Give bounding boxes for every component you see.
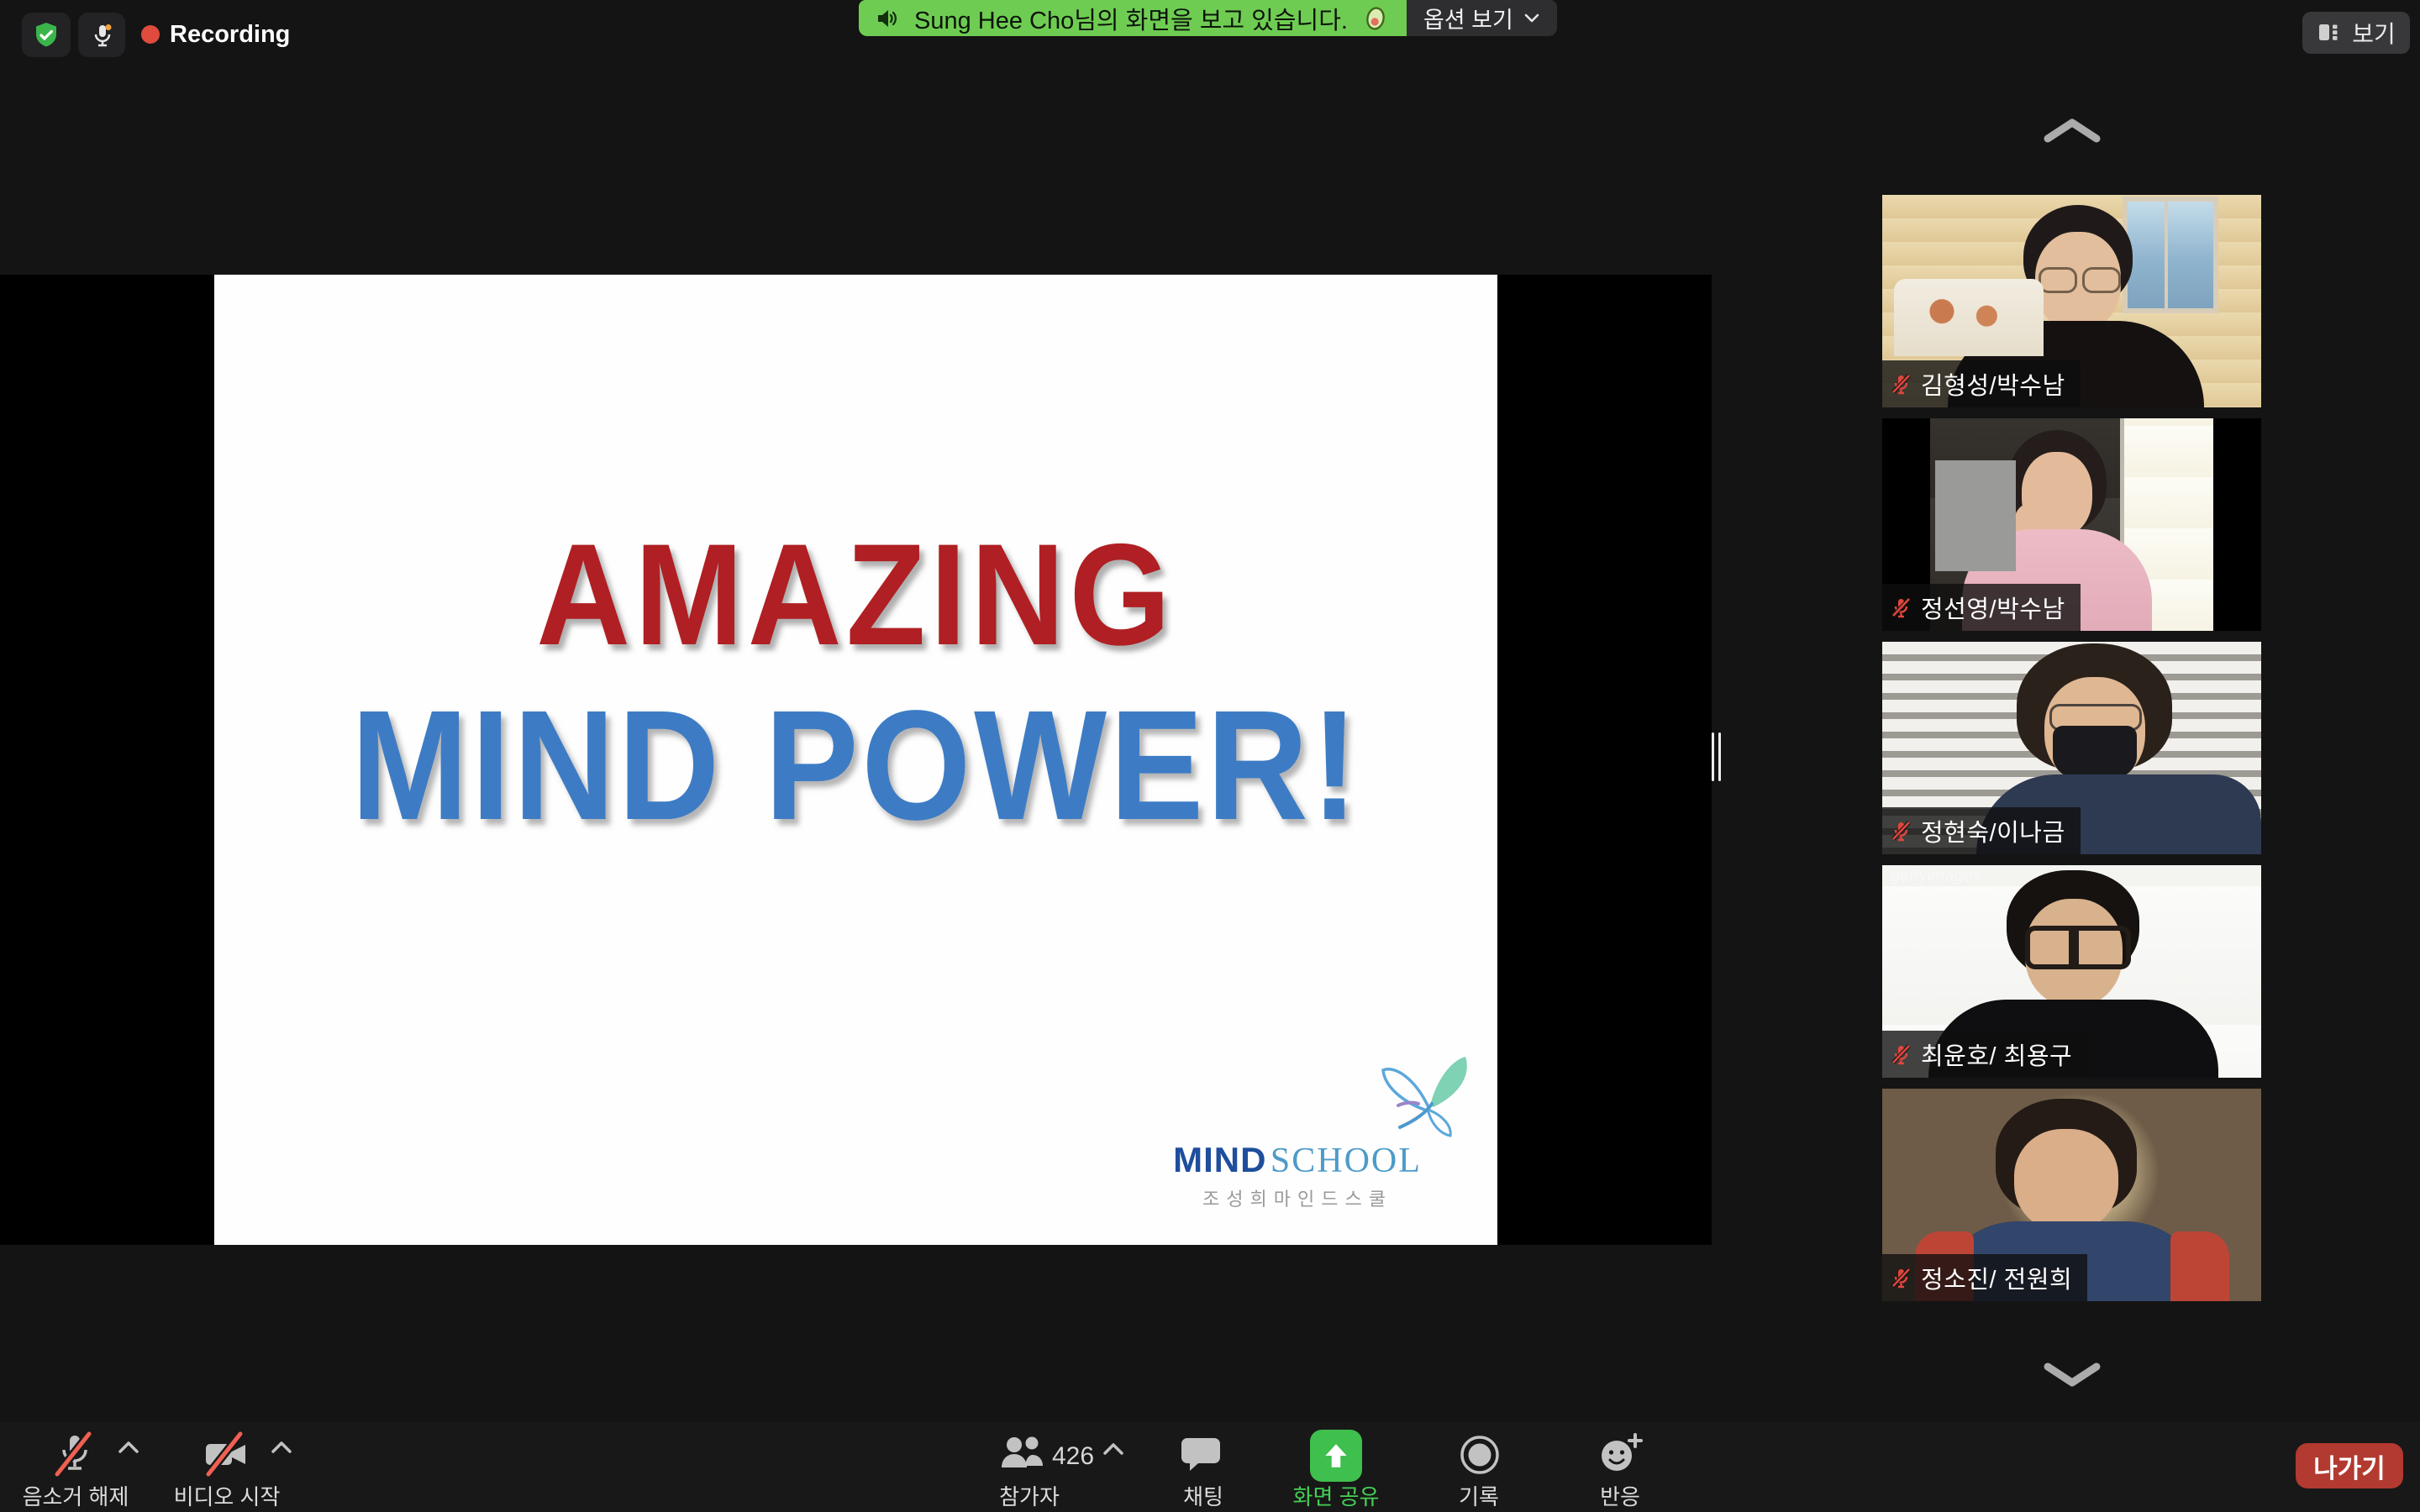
recording-label: Recording [170,21,290,49]
slide-title-line2: MIND POWER! [214,676,1497,855]
view-button[interactable]: 보기 [2302,12,2410,54]
muted-mic-icon [1890,596,1912,619]
options-view-label: 옵션 보기 [1423,2,1513,34]
participant-nametag: 정선영/박수남 [1882,584,2081,631]
options-view-button[interactable]: 옵션 보기 [1407,0,1557,36]
presentation-slide: AMAZING MIND POWER! MIND SCHOOL 조성희마인드스쿨 [214,275,1497,1245]
chevron-down-icon [2041,1361,2103,1389]
muted-mic-icon [1890,1043,1912,1066]
logo-school-text: SCHOOL [1270,1142,1422,1180]
participants-options-chevron[interactable] [1102,1442,1124,1456]
participants-label[interactable]: 참가자 [958,1480,1101,1511]
participant-face [2025,899,2123,1006]
participant-face [2044,677,2145,785]
scroll-up-button[interactable] [2041,116,2103,144]
record-label[interactable]: 기록 [1412,1480,1546,1511]
panel-resize-handle[interactable] [1711,732,1724,781]
meeting-toolbar: 음소거 해제 비디오 시작 426 참가자 채팅 [0,1422,2420,1512]
recording-dot-icon [141,25,160,44]
participants-icon[interactable] [998,1432,1047,1476]
mind-school-logo: MIND SCHOOL 조성희마인드스쿨 [1155,1077,1440,1211]
participant-name: 최윤호/ 최용구 [1921,1037,2072,1072]
muted-mic-icon [1890,373,1912,396]
participant-face [2035,232,2121,331]
participant-face [2014,1129,2118,1231]
chat-label[interactable]: 채팅 [1136,1480,1270,1511]
reactions-label[interactable]: 반응 [1553,1480,1687,1511]
leave-meeting-button[interactable]: 나가기 [2296,1443,2403,1488]
chat-icon[interactable] [1180,1432,1227,1479]
scroll-down-button[interactable] [2041,1361,2103,1389]
gallery-view-icon [2317,20,2342,45]
avocado-icon [1361,4,1390,33]
zoom-meeting-window: Recording Sung Hee Cho님의 화면을 보고 있습니다. 옵션… [0,0,2420,1512]
logo-mind-text: MIND [1173,1140,1266,1179]
logo-text: MIND SCHOOL [1155,1140,1440,1181]
participant-name: 정소진/ 전원희 [1921,1260,2072,1295]
participant-nametag: 정현숙/이나금 [1882,807,2081,854]
view-label: 보기 [2352,16,2396,50]
stock-photo-watermark: gettyimages [1891,867,1981,886]
video-options-chevron[interactable] [271,1441,292,1454]
butterfly-icon [1375,1053,1484,1146]
participant-nametag: 김형성/박수남 [1882,360,2081,407]
muted-mic-icon [1890,1267,1912,1289]
chevron-down-icon [1523,13,1540,24]
participant-nametag: 최윤호/ 최용구 [1882,1031,2087,1078]
participant-nametag: 정소진/ 전원희 [1882,1254,2087,1301]
slide-title-line1: AMAZING [214,512,1497,678]
start-video-icon[interactable] [202,1431,250,1479]
participants-count: 426 [1052,1442,1094,1471]
participant-tile[interactable]: 김형성/박수남 [1882,195,2261,407]
participant-name: 정선영/박수남 [1921,590,2065,625]
participant-tile[interactable]: 정현숙/이나금 [1882,642,2261,854]
banner-message: Sung Hee Cho님의 화면을 보고 있습니다. [859,0,1407,36]
participant-name: 김형성/박수남 [1921,366,2065,402]
microphone-icon [88,22,115,49]
unmute-label[interactable]: 음소거 해제 [0,1480,151,1511]
share-up-arrow-icon [1320,1440,1352,1472]
screen-share-banner: Sung Hee Cho님의 화면을 보고 있습니다. 옵션 보기 [859,0,1557,36]
start-video-label[interactable]: 비디오 시작 [151,1480,302,1511]
participant-tile[interactable]: gettyimages 최윤호/ 최용구 [1882,865,2261,1078]
chevron-up-icon [2041,116,2103,144]
banner-text: Sung Hee Cho님의 화면을 보고 있습니다. [914,1,1348,36]
participant-name: 정현숙/이나금 [1921,813,2065,848]
share-screen-label[interactable]: 화면 공유 [1260,1480,1412,1511]
mic-options-chevron[interactable] [118,1441,139,1454]
security-button[interactable] [22,13,71,57]
participant-tile[interactable]: 정소진/ 전원희 [1882,1089,2261,1301]
leave-label: 나가기 [2313,1447,2386,1485]
muted-mic-icon [1890,820,1912,843]
participant-face [2022,452,2092,538]
reactions-icon[interactable] [1595,1429,1645,1478]
shield-check-icon [31,20,61,50]
unmute-mic-icon[interactable] [50,1431,99,1479]
shared-screen-region: AMAZING MIND POWER! MIND SCHOOL 조성희마인드스쿨 [0,275,1712,1245]
audio-status-button[interactable] [78,13,125,57]
speaker-icon [876,6,901,31]
record-icon[interactable] [1455,1431,1504,1479]
share-screen-button[interactable] [1310,1430,1362,1482]
logo-subtitle: 조성희마인드스쿨 [1155,1184,1440,1211]
participant-tile[interactable]: 정선영/박수남 [1882,418,2261,631]
